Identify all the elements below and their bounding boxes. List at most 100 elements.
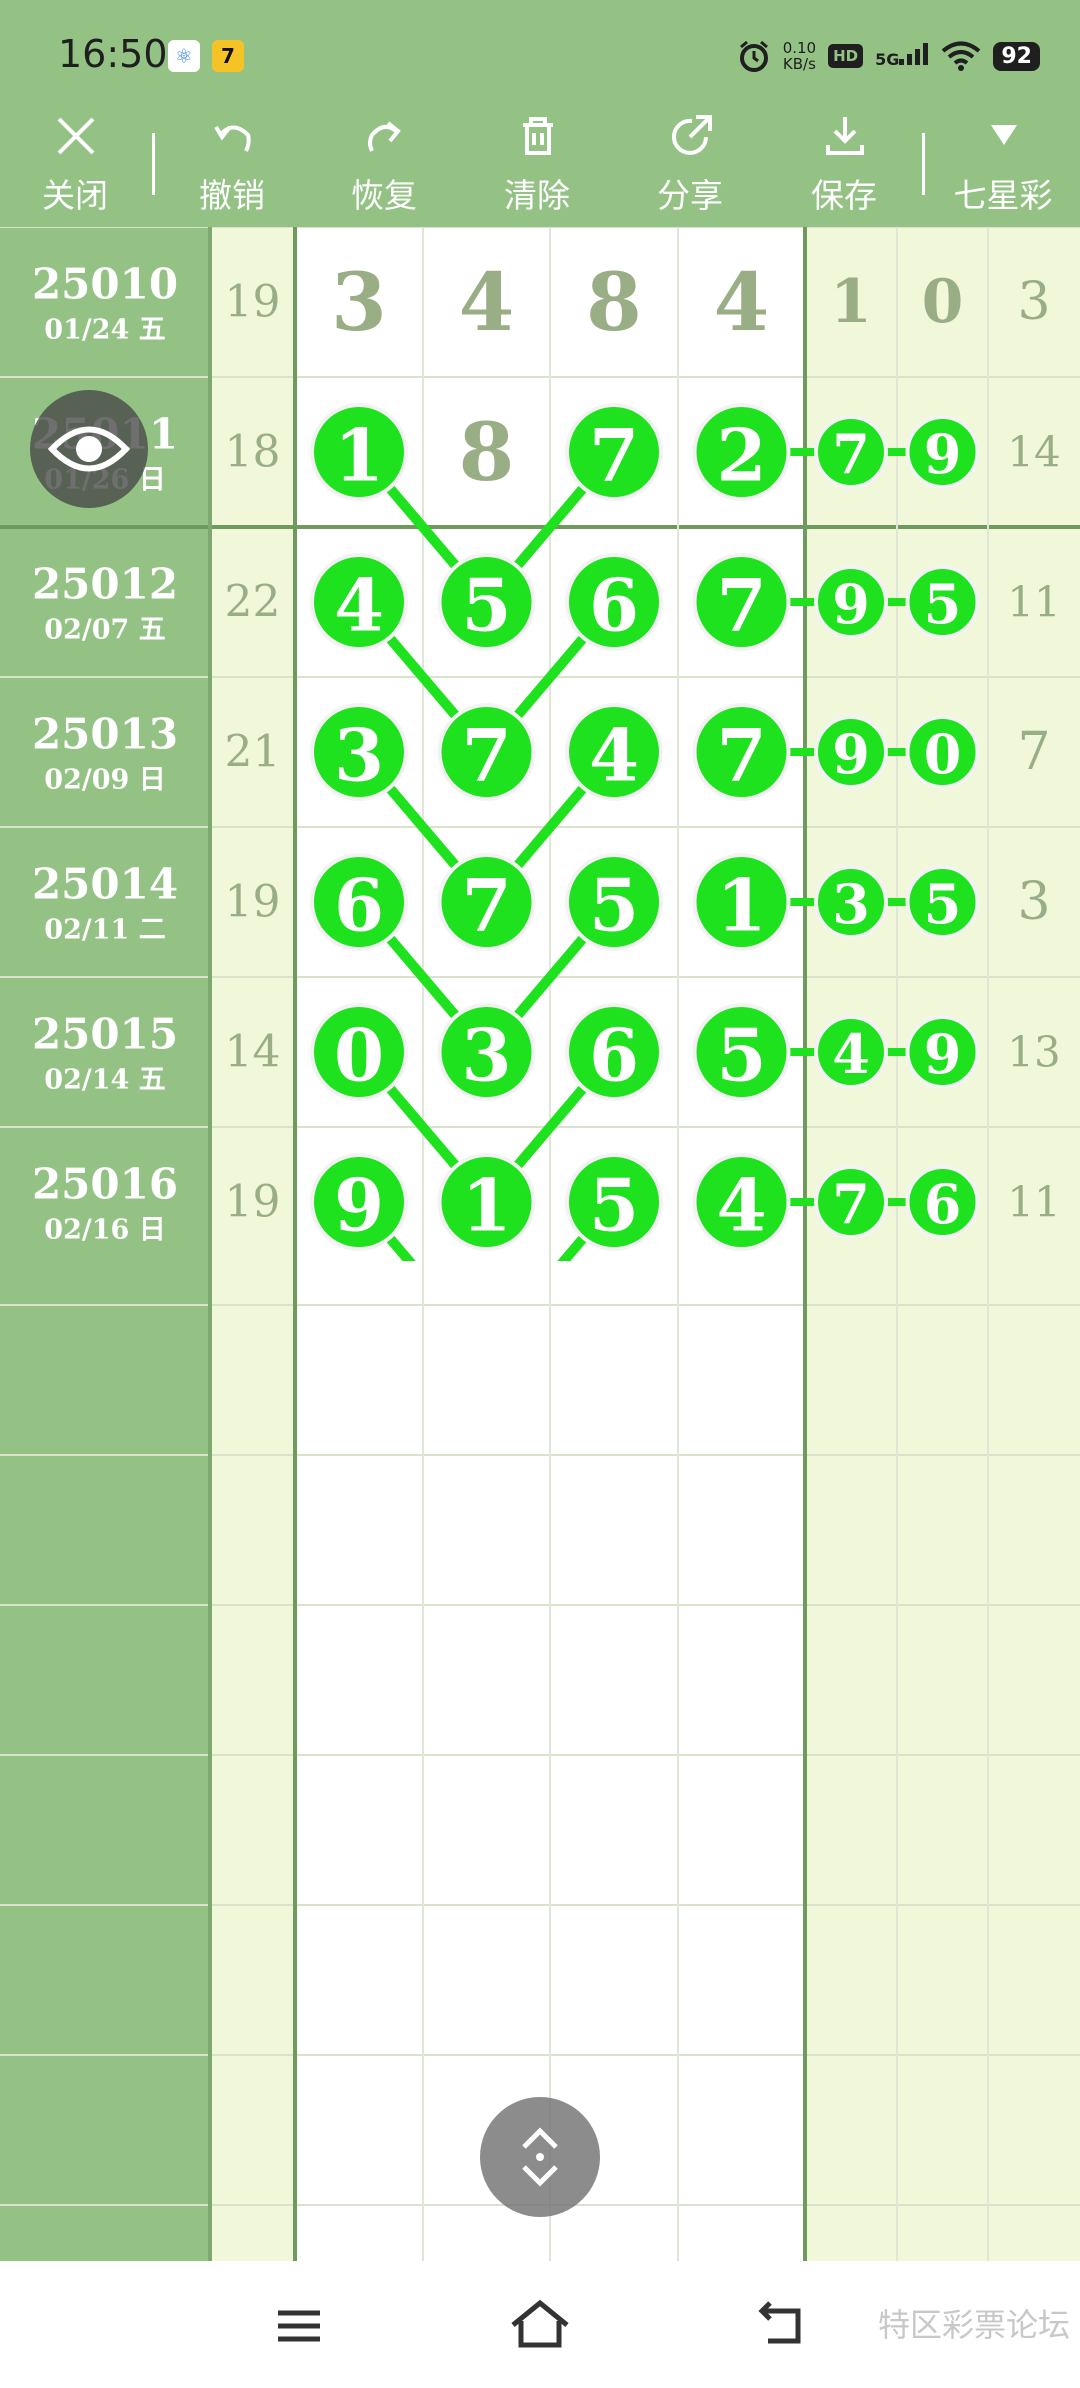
back-nav-button[interactable] — [748, 2291, 818, 2361]
battery-indicator: 92 — [993, 41, 1040, 71]
issue-date: 02/16 日 — [44, 1215, 165, 1246]
span-value: 13 — [1007, 1028, 1060, 1077]
digit-ball-number: 7 — [461, 713, 511, 798]
trend-chart-grid: 2501001/24 五1934841032501101/26 日1818727… — [0, 227, 1080, 1261]
digit-ball-number: 7 — [589, 413, 639, 498]
issue-date: 01/24 五 — [44, 315, 165, 346]
span-value: 11 — [1007, 578, 1060, 627]
home-icon — [511, 2299, 569, 2348]
digit-value: 8 — [586, 255, 642, 349]
issue-date: 02/11 二 — [44, 915, 165, 946]
digit-ball-number: 7 — [461, 863, 511, 948]
share-icon — [672, 115, 712, 155]
digit-ball-number: 3 — [334, 713, 384, 798]
digit-ball-number: 1 — [461, 1163, 511, 1248]
sum-value: 18 — [225, 427, 281, 478]
extra-ball-number: 9 — [924, 1022, 962, 1086]
digit-ball-number: 5 — [589, 1163, 639, 1248]
span-value: 7 — [1017, 722, 1050, 782]
undo-button[interactable]: 撤销 — [172, 105, 292, 227]
digit-ball-number: 1 — [334, 413, 384, 498]
trash-icon — [523, 117, 553, 155]
issue-number: 25015 — [32, 1010, 178, 1059]
issue-number: 25016 — [32, 1160, 178, 1209]
alarm-icon — [739, 40, 768, 72]
span-value: 14 — [1007, 428, 1060, 477]
close-icon — [57, 117, 95, 155]
extra-ball-number: 7 — [832, 422, 870, 486]
toolbar-divider — [922, 133, 925, 195]
signal-icon: 5G — [875, 43, 929, 69]
span-value: 3 — [1017, 272, 1050, 332]
issue-column-bg — [0, 1261, 210, 2261]
expand-icon — [522, 2127, 558, 2187]
sum-value: 21 — [225, 727, 281, 778]
digit-ball-number: 0 — [334, 1013, 384, 1098]
digit-ball-number: 1 — [716, 863, 766, 948]
digit-ball-number: 5 — [716, 1013, 766, 1098]
digit-ball-number: 6 — [589, 563, 639, 648]
extra-ball-number: 4 — [832, 1022, 870, 1086]
digit-ball-number: 2 — [716, 413, 766, 498]
download-icon — [826, 117, 864, 155]
watermark: 特区彩票论坛 — [877, 2306, 1070, 2344]
sum-value: 19 — [225, 277, 281, 328]
hd-badge: HD — [828, 44, 864, 68]
digit-ball-number: 4 — [589, 713, 639, 798]
extra-column-bg — [805, 1261, 1080, 2261]
menu-icon — [278, 2310, 320, 2342]
home-nav-button[interactable] — [505, 2291, 575, 2361]
extra-ball-number: 0 — [924, 722, 962, 786]
extra-value: 1 — [830, 267, 872, 337]
lottery-selector[interactable]: 七星彩 — [943, 105, 1063, 227]
digit-ball-number: 5 — [461, 563, 511, 648]
digit-ball-number: 7 — [716, 713, 766, 798]
issue-number: 25013 — [32, 710, 178, 759]
digit-value: 4 — [459, 255, 515, 349]
extra-ball-number: 3 — [832, 872, 870, 936]
visibility-toggle-button[interactable] — [30, 390, 148, 508]
toolbar: 关闭 撤销 恢复 清除 分享 保存 七星彩 — [0, 105, 1080, 227]
digit-value: 4 — [714, 255, 770, 349]
close-button[interactable]: 关闭 — [15, 105, 135, 227]
redo-button[interactable]: 恢复 — [324, 105, 444, 227]
span-value: 3 — [1017, 872, 1050, 932]
network-speed: 0.10 KB/s — [782, 39, 817, 73]
clear-button[interactable]: 清除 — [477, 105, 597, 227]
notification-app-icon: ⚛ — [168, 40, 200, 72]
back-icon — [758, 2301, 801, 2344]
status-time: 16:50 — [58, 32, 168, 76]
extra-ball-number: 5 — [924, 572, 962, 636]
issue-date: 02/09 日 — [44, 765, 165, 796]
triangle-down-icon — [991, 125, 1017, 145]
span-value: 11 — [1007, 1178, 1060, 1227]
digit-ball-number: 9 — [334, 1163, 384, 1248]
issue-number: 25012 — [32, 560, 178, 609]
sum-value: 14 — [225, 1027, 281, 1078]
undo-icon — [214, 125, 251, 152]
extra-ball-number: 9 — [924, 422, 962, 486]
digit-ball-number: 5 — [589, 863, 639, 948]
extra-ball-number: 9 — [832, 722, 870, 786]
digit-value: 3 — [331, 255, 387, 349]
sum-value: 22 — [225, 577, 281, 628]
issue-number: 25014 — [32, 860, 178, 909]
digit-ball-number: 6 — [589, 1013, 639, 1098]
extra-ball-number: 5 — [924, 872, 962, 936]
save-button[interactable]: 保存 — [784, 105, 904, 227]
extra-ball-number: 6 — [924, 1172, 962, 1236]
digit-ball-number: 3 — [461, 1013, 511, 1098]
scroll-toggle-button[interactable] — [480, 2097, 600, 2217]
status-indicators: 0.10 KB/s HD 5G 92 — [737, 34, 1040, 78]
redo-icon — [368, 121, 401, 152]
share-button[interactable]: 分享 — [630, 105, 750, 227]
menu-nav-button[interactable] — [264, 2291, 334, 2361]
extra-value: 0 — [922, 267, 964, 337]
digit-ball-number: 4 — [334, 563, 384, 648]
toolbar-divider — [152, 133, 155, 195]
issue-date: 02/14 五 — [44, 1065, 165, 1096]
issue-date: 02/07 五 — [44, 615, 165, 646]
digit-ball-number: 4 — [716, 1163, 766, 1248]
status-bar: 16:50 ⚛ 7 0.10 KB/s HD 5G 92 — [0, 0, 1080, 105]
eye-icon — [47, 426, 131, 472]
